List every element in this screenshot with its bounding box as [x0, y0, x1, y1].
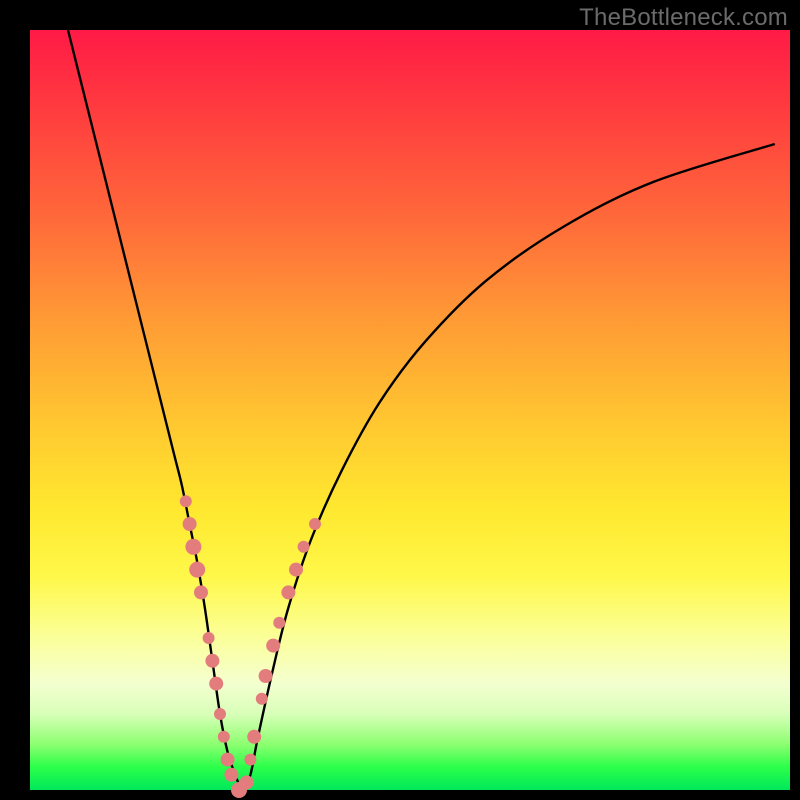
curve-marker: [189, 562, 205, 578]
curve-marker: [224, 768, 238, 782]
curve-marker: [214, 708, 226, 720]
curve-marker: [281, 585, 295, 599]
curve-marker: [183, 517, 197, 531]
curve-marker: [256, 693, 268, 705]
chart-svg: [30, 30, 790, 790]
chart-frame: TheBottleneck.com: [0, 0, 800, 800]
curve-marker: [266, 639, 280, 653]
plot-area: [30, 30, 790, 790]
bottleneck-curve: [68, 30, 775, 790]
curve-marker: [194, 585, 208, 599]
curve-marker: [259, 669, 273, 683]
curve-marker: [180, 495, 192, 507]
curve-marker: [289, 563, 303, 577]
curve-marker: [244, 754, 256, 766]
curve-marker: [218, 731, 230, 743]
curve-marker: [205, 654, 219, 668]
watermark-text: TheBottleneck.com: [579, 4, 788, 32]
curve-marker: [298, 541, 310, 553]
curve-marker: [309, 518, 321, 530]
curve-marker: [247, 730, 261, 744]
curve-markers: [180, 495, 321, 798]
curve-marker: [221, 753, 235, 767]
curve-marker: [209, 677, 223, 691]
curve-marker: [240, 775, 254, 789]
curve-marker: [185, 539, 201, 555]
curve-marker: [203, 632, 215, 644]
curve-marker: [273, 617, 285, 629]
